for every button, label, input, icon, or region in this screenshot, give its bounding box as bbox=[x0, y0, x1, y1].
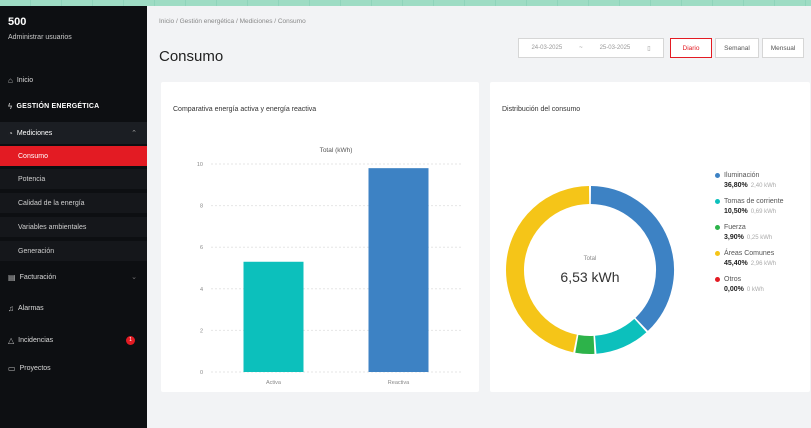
y-tick-label: 10 bbox=[197, 162, 203, 168]
period-monthly-button[interactable]: Mensual bbox=[762, 38, 804, 58]
legend-dot bbox=[715, 173, 720, 178]
alert-icon: △ bbox=[8, 335, 15, 345]
invoice-icon: ▤ bbox=[8, 272, 16, 282]
legend-item[interactable]: Tomas de corriente 10,50% 0,69 kWh bbox=[715, 198, 811, 215]
legend-percent: 10,50% bbox=[724, 208, 748, 215]
legend-percent: 0,00% bbox=[724, 286, 744, 293]
brand-logo[interactable]: 500 bbox=[8, 16, 147, 28]
sidebar-item-calidad[interactable]: Calidad de la energía bbox=[0, 193, 147, 213]
sidebar-item-label: Incidencias bbox=[18, 336, 54, 344]
legend-percent: 45,40% bbox=[724, 260, 748, 267]
sidebar-item-alarmas[interactable]: ♫ Alarmas bbox=[0, 298, 147, 318]
legend-value: 2,96 kWh bbox=[750, 261, 777, 267]
sidebar-item-label: Variables ambientales bbox=[18, 223, 87, 231]
sidebar-item-inicio[interactable]: ⌂ Inicio bbox=[0, 70, 147, 90]
y-tick-label: 8 bbox=[200, 204, 203, 210]
legend-label: Iluminación bbox=[724, 172, 760, 179]
legend-percent: 36,80% bbox=[724, 182, 748, 189]
breadcrumb[interactable]: Inicio / Gestión energética / Mediciones… bbox=[159, 18, 306, 25]
calendar-icon: ▯ bbox=[647, 45, 651, 52]
legend-label: Fuerza bbox=[724, 224, 746, 231]
folder-icon: ▭ bbox=[8, 363, 16, 373]
period-weekly-button[interactable]: Semanal bbox=[715, 38, 759, 58]
legend-dot bbox=[715, 225, 720, 230]
bar-chart-card: Comparativa energía activa y energía rea… bbox=[161, 82, 479, 392]
sidebar-item-label: Potencia bbox=[18, 175, 46, 183]
legend-percent: 3,90% bbox=[724, 234, 744, 241]
y-tick-label: 6 bbox=[200, 245, 203, 251]
donut-chart-card: Distribución del consumo Total 6,53 kWh I… bbox=[490, 82, 810, 392]
donut-slice[interactable] bbox=[575, 334, 595, 354]
sidebar-item-generacion[interactable]: Generación bbox=[0, 241, 147, 261]
sidebar-item-label: Facturación bbox=[19, 273, 57, 281]
legend-dot bbox=[715, 199, 720, 204]
sidebar-section-label: GESTIÓN ENERGÉTICA bbox=[16, 102, 100, 110]
sidebar-item-potencia[interactable]: Potencia bbox=[0, 169, 147, 189]
date-to[interactable]: 25-03-2025 bbox=[600, 45, 631, 51]
sidebar-item-label: Proyectos bbox=[19, 364, 51, 372]
date-separator: ~ bbox=[579, 45, 583, 51]
x-tick-label: Reactiva bbox=[388, 380, 410, 386]
donut-center-label: Total bbox=[584, 256, 597, 262]
donut-legend: Iluminación 36,80% 2,40 kWh Tomas de corrie… bbox=[715, 172, 811, 302]
brand: 500 Administrar usuarios bbox=[0, 6, 147, 68]
chevron-down-icon: ⌄ bbox=[131, 274, 137, 281]
bar-chart: Total (kWh) 0 2 4 6 8 10 Activa Reactiva bbox=[197, 147, 461, 386]
sidebar-item-label: Calidad de la energía bbox=[18, 199, 85, 207]
y-tick-label: 0 bbox=[200, 370, 203, 376]
bar-activa[interactable] bbox=[243, 261, 304, 372]
sidebar-item-mediciones[interactable]: ◔ Mediciones ⌃ bbox=[0, 122, 147, 144]
bolt-icon: ϟ bbox=[8, 101, 13, 111]
legend-dot bbox=[715, 277, 720, 282]
date-from[interactable]: 24-03-2025 bbox=[531, 45, 562, 51]
donut-slice[interactable] bbox=[590, 186, 674, 331]
sidebar-item-incidencias[interactable]: △ Incidencias 1 bbox=[0, 330, 147, 350]
legend-value: 2,40 kWh bbox=[750, 183, 777, 189]
sidebar-item-label: Inicio bbox=[16, 76, 34, 84]
legend-value: 0,25 kWh bbox=[746, 235, 773, 241]
gauge-icon: ◔ bbox=[8, 128, 13, 138]
sidebar-item-label: Mediciones bbox=[16, 129, 53, 137]
sidebar-item-variables[interactable]: Variables ambientales bbox=[0, 217, 147, 237]
sidebar-item-label: Consumo bbox=[18, 152, 48, 160]
date-range-picker[interactable]: 24-03-2025 ~ 25-03-2025 ▯ bbox=[518, 38, 664, 58]
sidebar-item-proyectos[interactable]: ▭ Proyectos bbox=[0, 358, 147, 378]
bar-reactiva[interactable] bbox=[368, 168, 429, 372]
donut-chart: Total 6,53 kWh bbox=[506, 186, 674, 354]
donut-slice[interactable] bbox=[594, 318, 647, 354]
main-content: Inicio / Gestión energética / Mediciones… bbox=[147, 6, 811, 428]
legend-dot bbox=[715, 251, 720, 256]
legend-label: Otros bbox=[724, 276, 742, 283]
sidebar: 500 Administrar usuarios ⌂ Inicio ϟ GEST… bbox=[0, 6, 147, 428]
bar-chart-title: Total (kWh) bbox=[320, 147, 353, 154]
bell-icon: ♫ bbox=[8, 303, 14, 313]
y-tick-label: 2 bbox=[200, 328, 203, 334]
legend-item[interactable]: Áreas Comunes 45,40% 2,96 kWh bbox=[715, 250, 811, 267]
chevron-up-icon: ⌃ bbox=[131, 130, 137, 137]
sidebar-item-label: Alarmas bbox=[18, 304, 44, 312]
home-icon: ⌂ bbox=[8, 75, 13, 85]
incidencias-badge: 1 bbox=[126, 335, 135, 345]
period-daily-button[interactable]: Diario bbox=[670, 38, 712, 58]
legend-value: 0,69 kWh bbox=[750, 209, 777, 215]
sidebar-section-gestion: ϟ GESTIÓN ENERGÉTICA bbox=[0, 96, 147, 116]
brand-subtitle: Administrar usuarios bbox=[8, 34, 72, 41]
legend-label: Áreas Comunes bbox=[724, 250, 775, 257]
legend-item[interactable]: Fuerza 3,90% 0,25 kWh bbox=[715, 224, 811, 241]
sidebar-item-label: Generación bbox=[18, 247, 55, 255]
legend-item[interactable]: Otros 0,00% 0 kWh bbox=[715, 276, 811, 293]
x-tick-label: Activa bbox=[266, 380, 282, 386]
donut-center-value: 6,53 kWh bbox=[560, 269, 619, 285]
sidebar-item-facturacion[interactable]: ▤ Facturación ⌄ bbox=[0, 267, 147, 287]
page-title: Consumo bbox=[159, 48, 224, 65]
y-tick-label: 4 bbox=[200, 287, 203, 293]
legend-label: Tomas de corriente bbox=[724, 198, 784, 205]
sidebar-item-consumo[interactable]: Consumo bbox=[0, 146, 147, 166]
legend-item[interactable]: Iluminación 36,80% 2,40 kWh bbox=[715, 172, 811, 189]
legend-value: 0 kWh bbox=[746, 287, 764, 293]
